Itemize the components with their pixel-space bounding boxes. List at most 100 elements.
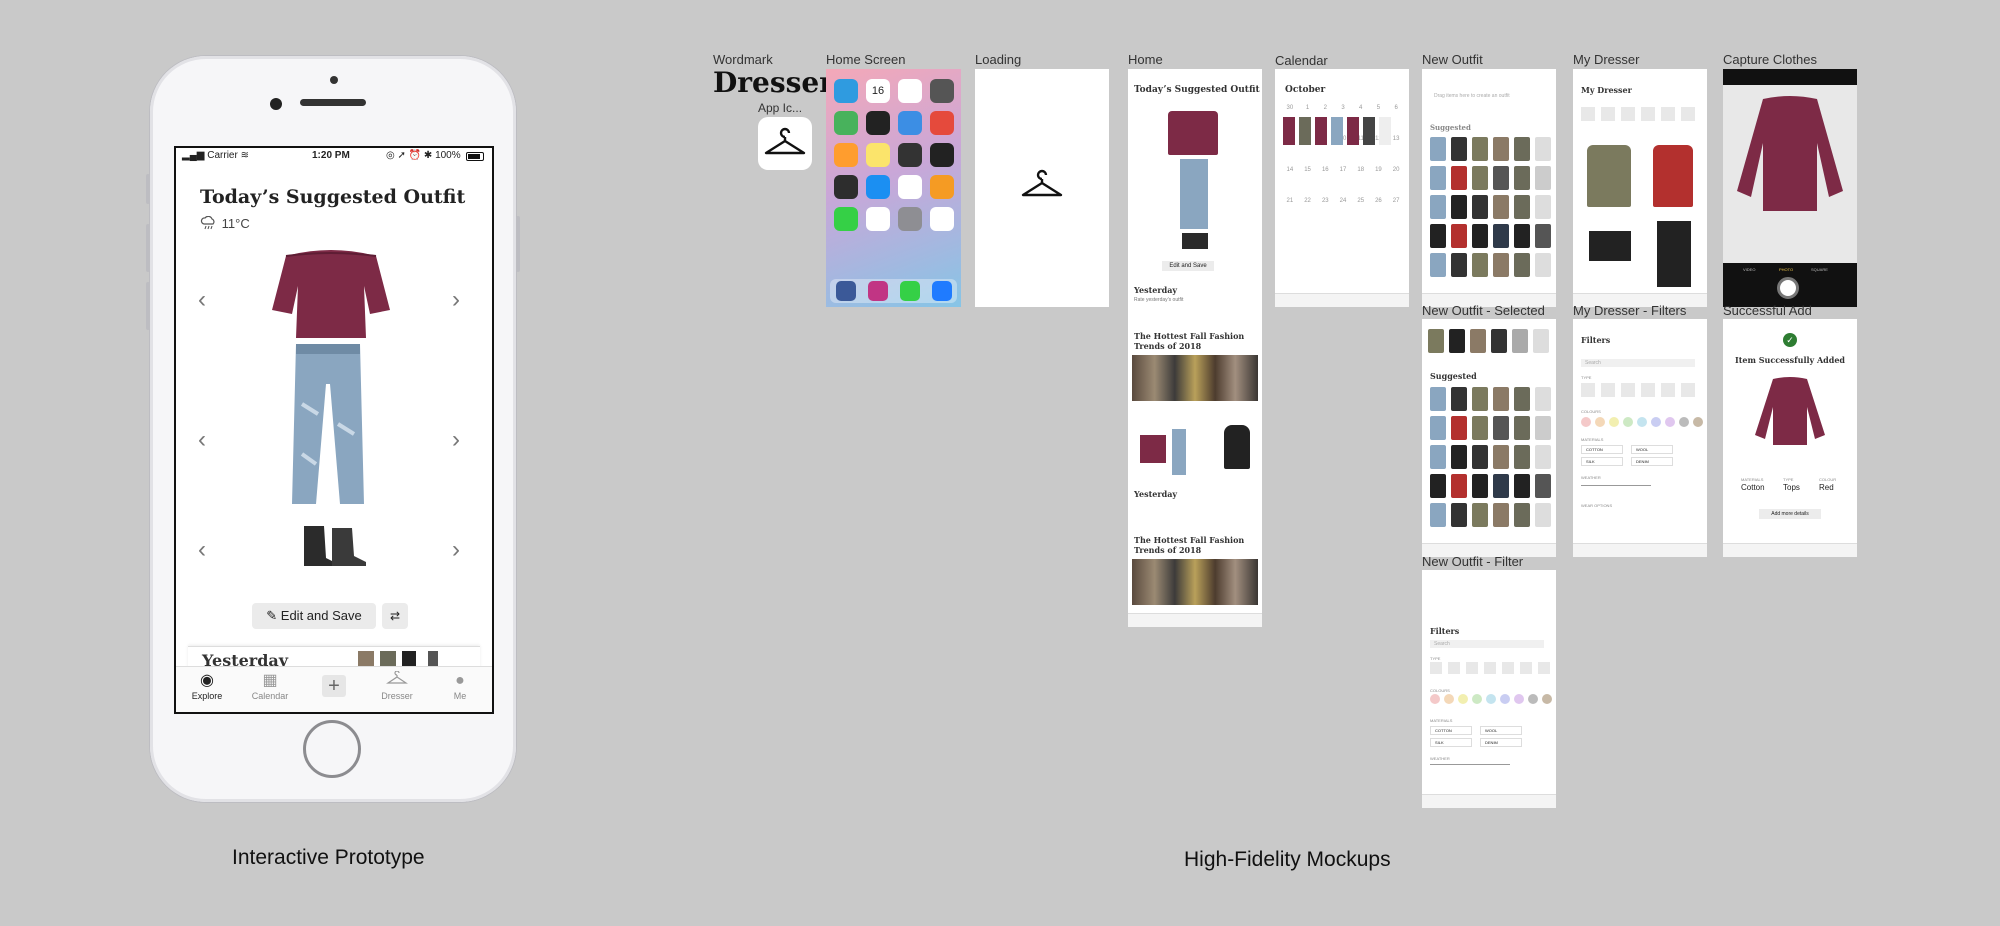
selected-suggested: Suggested <box>1430 371 1477 381</box>
home-mockup: Today’s Suggested Outfit Edit and Save Y… <box>1128 69 1262 627</box>
filters-colours-label: COLOURS <box>1581 409 1601 414</box>
dresser-type-row <box>1581 107 1695 121</box>
top-next-chevron[interactable]: › <box>446 286 466 314</box>
plus-icon: + <box>322 675 346 697</box>
my-dresser-mockup: My Dresser <box>1573 69 1707 307</box>
filters-tabbar <box>1573 543 1707 557</box>
successful-add-mockup: ✓ Item Successfully Added MATERIALS Cott… <box>1723 319 1857 557</box>
type-value: Tops <box>1783 483 1800 492</box>
nof-type-row <box>1430 662 1550 674</box>
new-outfit-mockup: Drag items here to create an outfit Sugg… <box>1422 69 1556 307</box>
new-outfit-hint: Drag items here to create an outfit <box>1434 93 1510 99</box>
rain-cloud-icon <box>200 215 215 230</box>
shuffle-button[interactable]: ⇄ <box>382 603 408 629</box>
page-title: Today’s Suggested Outfit <box>200 186 466 208</box>
filters-type-label: TYPE <box>1581 375 1592 380</box>
filters-material-chip: WOOL <box>1631 445 1673 454</box>
filters-material-chip: COTTON <box>1581 445 1623 454</box>
wordmark: Dresser <box>713 66 834 99</box>
home-title: Today’s Suggested Outfit <box>1134 85 1260 95</box>
status-bar: ▂▄▆ Carrier ≋ 1:20 PM ◎ ➚ ⏰ ✱ 100% <box>176 148 492 164</box>
calendar-label: Calendar <box>1275 53 1328 68</box>
boots-image[interactable] <box>300 522 368 566</box>
nof-colours-label: COLOURS <box>1430 688 1450 693</box>
filters-title: Filters <box>1581 335 1611 345</box>
my-dresser-filters-mockup: Filters Search TYPE COLOURS MATERIALS CO… <box>1573 319 1707 557</box>
top-garment-image[interactable] <box>266 246 396 342</box>
tab-calendar[interactable]: ▦ Calendar <box>239 671 301 701</box>
bottom-prev-chevron[interactable]: ‹ <box>192 426 212 454</box>
shoes-next-chevron[interactable]: › <box>446 536 466 564</box>
bottom-next-chevron[interactable]: › <box>446 426 466 454</box>
my-dresser-title: My Dresser <box>1581 85 1632 95</box>
battery-icon <box>466 152 484 161</box>
edit-and-save-button[interactable]: ✎ Edit and Save <box>252 603 376 629</box>
calendar-month: October <box>1285 85 1326 95</box>
mockups-caption: High-Fidelity Mockups <box>1184 848 1391 871</box>
calendar-outfit-thumbs <box>1283 117 1399 179</box>
home-yesterday-sub: Rate yesterday’s outfit <box>1134 297 1184 303</box>
status-time: 1:20 PM <box>312 150 350 161</box>
selected-items-row <box>1428 329 1549 353</box>
success-tabbar <box>1723 543 1857 557</box>
home-top-image <box>1168 111 1218 155</box>
weather-readout: 11°C <box>200 215 250 231</box>
new-outfit-suggested: Suggested <box>1430 123 1471 132</box>
material-value: Cotton <box>1741 483 1765 492</box>
type-attr-label: TYPE <box>1783 477 1794 482</box>
home-screen-label: Home Screen <box>826 52 906 67</box>
edit-icon: ✎ <box>266 608 278 623</box>
capture-clothes-label: Capture Clothes <box>1723 52 1817 67</box>
capture-clothes-mockup: VIDEO PHOTO SQUARE <box>1723 69 1857 307</box>
top-prev-chevron[interactable]: ‹ <box>192 286 212 314</box>
tab-explore[interactable]: ◉ Explore <box>176 671 238 701</box>
dresser-item-pants <box>1657 221 1691 287</box>
tab-dresser[interactable]: Dresser <box>366 670 428 701</box>
user-icon: ● <box>455 672 465 689</box>
wordmark-label: Wordmark <box>713 52 773 67</box>
material-attr-label: MATERIALS <box>1741 477 1764 482</box>
compass-icon: ◉ <box>200 672 214 689</box>
new-outfit-filter-label: New Outfit - Filter <box>1422 554 1524 569</box>
home-article-title: The Hottest Fall Fashion Trends of 2018 <box>1134 331 1245 351</box>
filters-material-chip: DENIM <box>1631 457 1673 466</box>
tab-me[interactable]: ● Me <box>429 671 491 701</box>
nof-weather-label: WEATHER <box>1430 756 1450 761</box>
filters-occasions-label: WEAR OPTIONS <box>1581 503 1613 508</box>
new-outfit-selected-label: New Outfit - Selected <box>1422 303 1545 318</box>
phone-frame: ▂▄▆ Carrier ≋ 1:20 PM ◎ ➚ ⏰ ✱ 100% Today… <box>146 56 520 802</box>
jeans-image[interactable] <box>288 344 368 510</box>
my-dresser-label: My Dresser <box>1573 52 1640 67</box>
dresser-item-tank <box>1587 145 1631 207</box>
calendar-mockup: October 30123456 78910111213 14151617181… <box>1275 69 1409 307</box>
hanger-icon <box>1021 169 1063 197</box>
filters-weather-slider <box>1581 485 1651 486</box>
home-post-jeans <box>1172 429 1186 475</box>
nof-material-chip: WOOL <box>1480 726 1522 735</box>
home-screen-mockup: 16 <box>826 69 961 307</box>
loading-mockup <box>975 69 1109 307</box>
nof-filters-title: Filters <box>1430 626 1460 636</box>
calendar-icon: ▦ <box>262 672 278 689</box>
filters-type-row <box>1581 383 1695 397</box>
tab-add[interactable]: + <box>303 675 365 697</box>
selected-grid <box>1430 387 1551 527</box>
calendar-tabbar <box>1275 293 1409 307</box>
mute-switch <box>146 174 150 204</box>
prototype-caption: Interactive Prototype <box>232 846 425 869</box>
home-button[interactable] <box>303 720 361 778</box>
phone-screen: ▂▄▆ Carrier ≋ 1:20 PM ◎ ➚ ⏰ ✱ 100% Today… <box>174 146 494 714</box>
camera-mode-photo: PHOTO <box>1779 267 1794 272</box>
nof-colour-swatches <box>1430 694 1552 704</box>
nof-type-label: TYPE <box>1430 656 1441 661</box>
colour-value: Red <box>1819 483 1834 492</box>
hanger-icon <box>764 127 806 155</box>
home-article-image-2 <box>1132 559 1258 605</box>
filters-colour-swatches <box>1581 417 1703 427</box>
loading-label: Loading <box>975 52 1022 67</box>
shoes-prev-chevron[interactable]: ‹ <box>192 536 212 564</box>
success-title: Item Successfully Added <box>1734 355 1846 365</box>
new-outfit-selected-mockup: Suggested <box>1422 319 1556 557</box>
new-outfit-label: New Outfit <box>1422 52 1483 67</box>
new-outfit-filter-mockup: Filters Search TYPE COLOURS MATERIALS CO… <box>1422 570 1556 808</box>
